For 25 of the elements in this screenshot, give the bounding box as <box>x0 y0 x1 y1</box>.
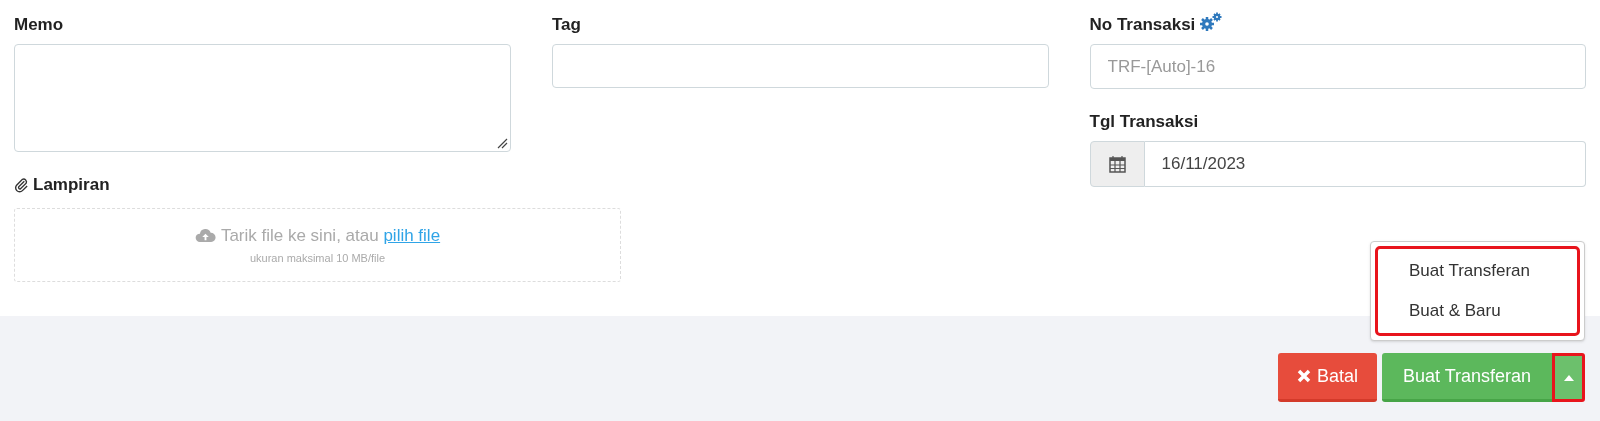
calendar-button[interactable] <box>1089 141 1145 187</box>
date-input[interactable]: 16/11/2023 <box>1144 141 1586 187</box>
submit-button[interactable]: Buat Transferan <box>1381 353 1552 402</box>
cancel-button[interactable]: Batal <box>1277 353 1377 402</box>
menu-item[interactable]: Buat Transferan <box>1378 251 1577 291</box>
file-dropzone[interactable]: Tarik file ke sini, atau pilih file ukuran maksimal 10 MB/file <box>14 207 621 282</box>
resize-handle-icon <box>496 137 508 149</box>
tag-input[interactable] <box>552 44 1049 88</box>
gears-icon <box>1199 12 1224 32</box>
caret-up-icon <box>1563 374 1574 381</box>
field-label: Tgl Transaksi <box>1089 111 1200 131</box>
dropzone-text: Tarik file ke sini, atau <box>220 226 379 245</box>
close-icon <box>1296 369 1311 383</box>
dropzone-hint: ukuran maksimal 10 MB/file <box>249 250 386 266</box>
cloud-upload-icon <box>194 228 216 244</box>
choose-file-link[interactable]: pilih file <box>383 226 441 245</box>
menu-item[interactable]: Buat & Baru <box>1378 291 1577 331</box>
transaction-number-input[interactable]: TRF-[Auto]-16 <box>1089 44 1586 89</box>
field-label: Tag <box>552 14 582 34</box>
field-label: Memo <box>14 14 65 34</box>
dropdown-toggle-button[interactable] <box>1552 353 1585 402</box>
calendar-icon <box>1108 155 1126 173</box>
paperclip-icon <box>14 176 29 193</box>
field-label: Lampiran <box>33 174 110 196</box>
field-label: No Transaksi <box>1089 14 1196 36</box>
